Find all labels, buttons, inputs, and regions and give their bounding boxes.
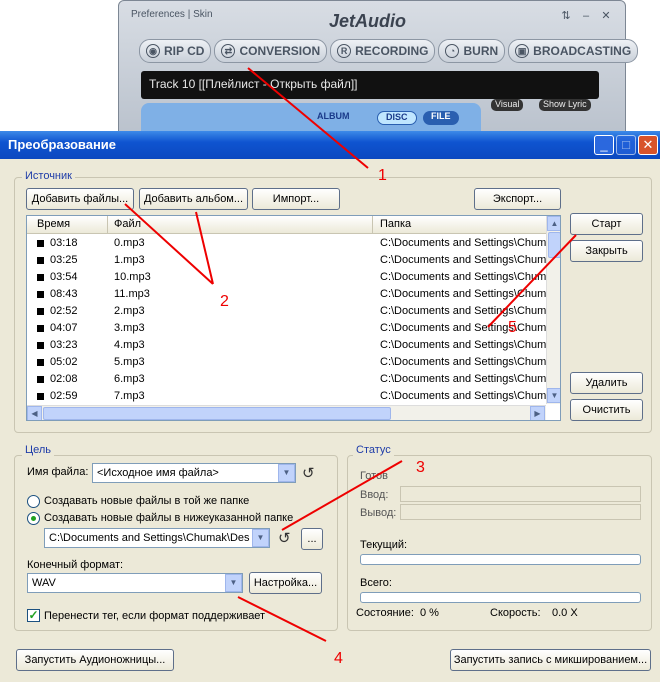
arrow-3 (281, 460, 403, 531)
arrow-2 (124, 203, 214, 285)
annotation-3: 3 (416, 459, 425, 476)
annotation-arrows: 1 2 3 4 5 (124, 67, 577, 667)
annotation-2: 2 (220, 293, 229, 310)
arrow-1 (247, 67, 369, 169)
arrow-4 (237, 596, 327, 642)
annotation-5: 5 (508, 319, 517, 336)
arrow-5 (487, 234, 577, 328)
annotation-1: 1 (378, 167, 387, 184)
annotation-4: 4 (334, 650, 343, 667)
